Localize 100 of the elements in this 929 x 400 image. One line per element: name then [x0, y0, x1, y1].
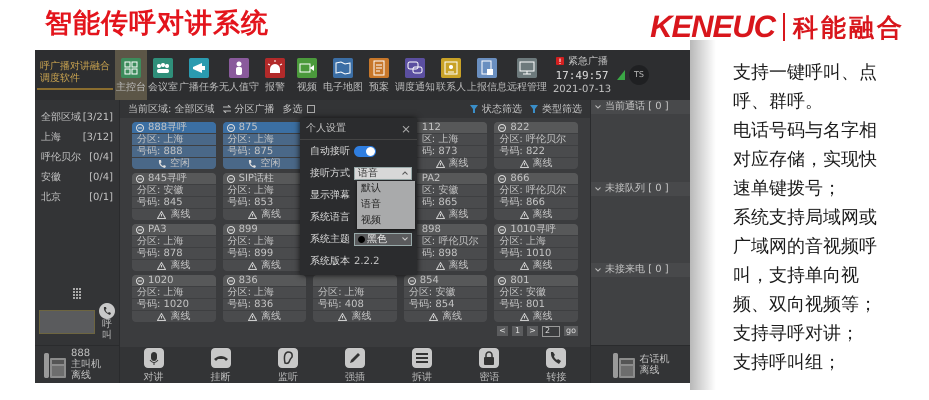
- warning-icon: [436, 160, 445, 168]
- region-count: [3/12]: [82, 131, 113, 145]
- device-number: 号码: 1020: [132, 298, 216, 310]
- circle-icon: [498, 276, 506, 284]
- device-card[interactable]: 854 分区: 安徽 号码: 854 离线: [404, 275, 488, 322]
- device-card[interactable]: 1020 分区: 上海 号码: 1020 离线: [132, 275, 216, 322]
- warning-icon: [520, 262, 529, 270]
- warning-icon: [436, 262, 445, 270]
- warning-icon: [338, 312, 348, 320]
- filter-button[interactable]: 状态筛选: [470, 102, 522, 116]
- warning-icon: [157, 312, 166, 320]
- phone-role: 主叫机: [71, 359, 101, 370]
- device-card[interactable]: 845寻呼 分区: 安徽 号码: 845 离线: [132, 173, 216, 220]
- device-card[interactable]: 888寻呼 分区: 上海 号码: 888 空闲: [132, 122, 216, 169]
- device-name: 836: [238, 275, 258, 286]
- device-name: 1010寻呼: [510, 224, 556, 235]
- toolbar-button[interactable]: 挂断: [210, 348, 231, 382]
- feature-text: 支持一键呼叫、点呼、群呼。: [733, 61, 878, 114]
- device-zone: 分区: 上海: [132, 133, 216, 145]
- device-status: 离线: [532, 311, 553, 322]
- circle-icon: [498, 226, 506, 234]
- device-card[interactable]: 分区: 上海 号码: 408 离线: [313, 275, 397, 322]
- multi-select-checkbox[interactable]: 多选: [282, 102, 315, 116]
- warning-icon: [520, 160, 529, 168]
- page-button[interactable]: 1: [512, 326, 524, 336]
- device-status: 离线: [448, 158, 469, 169]
- nav-tab[interactable]: 远程管理: [507, 50, 547, 100]
- broadcast-button[interactable]: 分区广播: [222, 102, 275, 116]
- page-input[interactable]: 2: [542, 326, 560, 336]
- nav-tab[interactable]: 无人值守: [219, 50, 259, 100]
- device-status: 离线: [260, 260, 281, 271]
- clock-date: 2021-07-13: [552, 82, 612, 96]
- nav-tab[interactable]: 报警: [259, 50, 291, 100]
- select-field[interactable]: 黑色: [354, 232, 412, 246]
- device-status: 离线: [260, 209, 281, 220]
- device-zone: 分区: 呼伦贝尔: [494, 184, 578, 196]
- user-avatar[interactable]: TS: [629, 65, 649, 85]
- call-button[interactable]: 呼叫: [99, 303, 115, 341]
- device-card[interactable]: PA3 分区: 上海 号码: 878 离线: [132, 224, 216, 271]
- setting-label: 显示弹幕: [309, 188, 350, 202]
- keypad-icon[interactable]: [73, 288, 81, 299]
- page-button[interactable]: <: [497, 326, 508, 336]
- device-card[interactable]: 866 分区: 呼伦贝尔 号码: 866 离线: [494, 173, 578, 220]
- phone-status: 离线: [71, 370, 92, 381]
- warning-icon: [157, 262, 166, 270]
- page-button[interactable]: >: [527, 326, 538, 336]
- nav-tab[interactable]: 视频: [291, 50, 323, 100]
- device-zone: 分区: 呼伦贝尔: [494, 133, 578, 145]
- device-number: 号码: 822: [494, 145, 578, 157]
- device-zone: 分区: 安徽: [494, 286, 578, 298]
- region-name[interactable]: 上海: [41, 128, 61, 148]
- device-status: 离线: [532, 158, 553, 169]
- close-button[interactable]: ×: [400, 122, 411, 134]
- circle-icon: [226, 124, 235, 132]
- nav-tab[interactable]: 上报信息: [467, 50, 507, 100]
- device-name: 898: [422, 224, 441, 235]
- device-name: 854: [420, 275, 439, 286]
- device-number: 号码: 888: [132, 145, 216, 157]
- nav-tab[interactable]: 广播任务: [179, 50, 219, 100]
- device-card[interactable]: 822 分区: 呼伦贝尔 号码: 822 离线: [494, 122, 578, 169]
- device-status: 离线: [170, 260, 190, 271]
- device-name: 888寻呼: [148, 122, 188, 133]
- circle-icon: [136, 124, 144, 132]
- toggle-switch[interactable]: [354, 146, 376, 156]
- dial-input[interactable]: [39, 310, 95, 334]
- warning-icon: [248, 210, 257, 218]
- device-zone: 分区: 上海: [132, 235, 216, 247]
- nav-tab[interactable]: 联系人: [435, 50, 467, 100]
- nav-tab[interactable]: 调度通知: [395, 50, 435, 100]
- filter-button[interactable]: 类型筛选: [530, 102, 582, 116]
- caret-icon: [595, 186, 601, 191]
- phone-icon: [158, 160, 166, 168]
- nav-tab[interactable]: 主控台: [115, 50, 147, 100]
- nav-tab[interactable]: 预案: [363, 50, 395, 100]
- go-button[interactable]: go: [564, 326, 578, 336]
- nav-tab[interactable]: 会议室: [147, 50, 179, 100]
- device-status: 离线: [532, 260, 553, 271]
- region-name[interactable]: 安徽: [41, 168, 61, 188]
- region-name[interactable]: 全部区域: [41, 108, 81, 128]
- region-count: [3/21]: [82, 111, 113, 125]
- setting-label: 系统主题: [309, 232, 350, 246]
- circle-icon: [226, 276, 235, 284]
- device-zone: 分区: 安徽: [132, 184, 216, 196]
- device-card[interactable]: 801 分区: 安徽 号码: 801 离线: [494, 275, 578, 322]
- nav-tab[interactable]: 电子地图: [323, 50, 363, 100]
- toolbar-button[interactable]: 转接: [546, 348, 566, 382]
- warning-icon: [248, 262, 257, 270]
- device-card[interactable]: 836 分区: 上海 号码: 836 离线: [222, 275, 306, 322]
- toolbar-button[interactable]: 对讲: [144, 348, 164, 382]
- region-name[interactable]: 呼伦贝尔: [41, 148, 81, 168]
- warning-icon: [157, 210, 166, 218]
- device-card[interactable]: 1010寻呼 分区: 上海 号码: 1010 离线: [494, 224, 578, 271]
- toolbar-button[interactable]: 拆讲: [412, 348, 432, 382]
- toolbar-button[interactable]: 强插: [344, 348, 365, 382]
- caret-icon: [595, 105, 601, 109]
- select-field[interactable]: 语音: [354, 166, 412, 180]
- toolbar-button[interactable]: 监听: [278, 348, 298, 382]
- toolbar-button[interactable]: 密语: [479, 348, 500, 382]
- device-status: 离线: [532, 209, 553, 220]
- region-name[interactable]: 北京: [41, 188, 61, 208]
